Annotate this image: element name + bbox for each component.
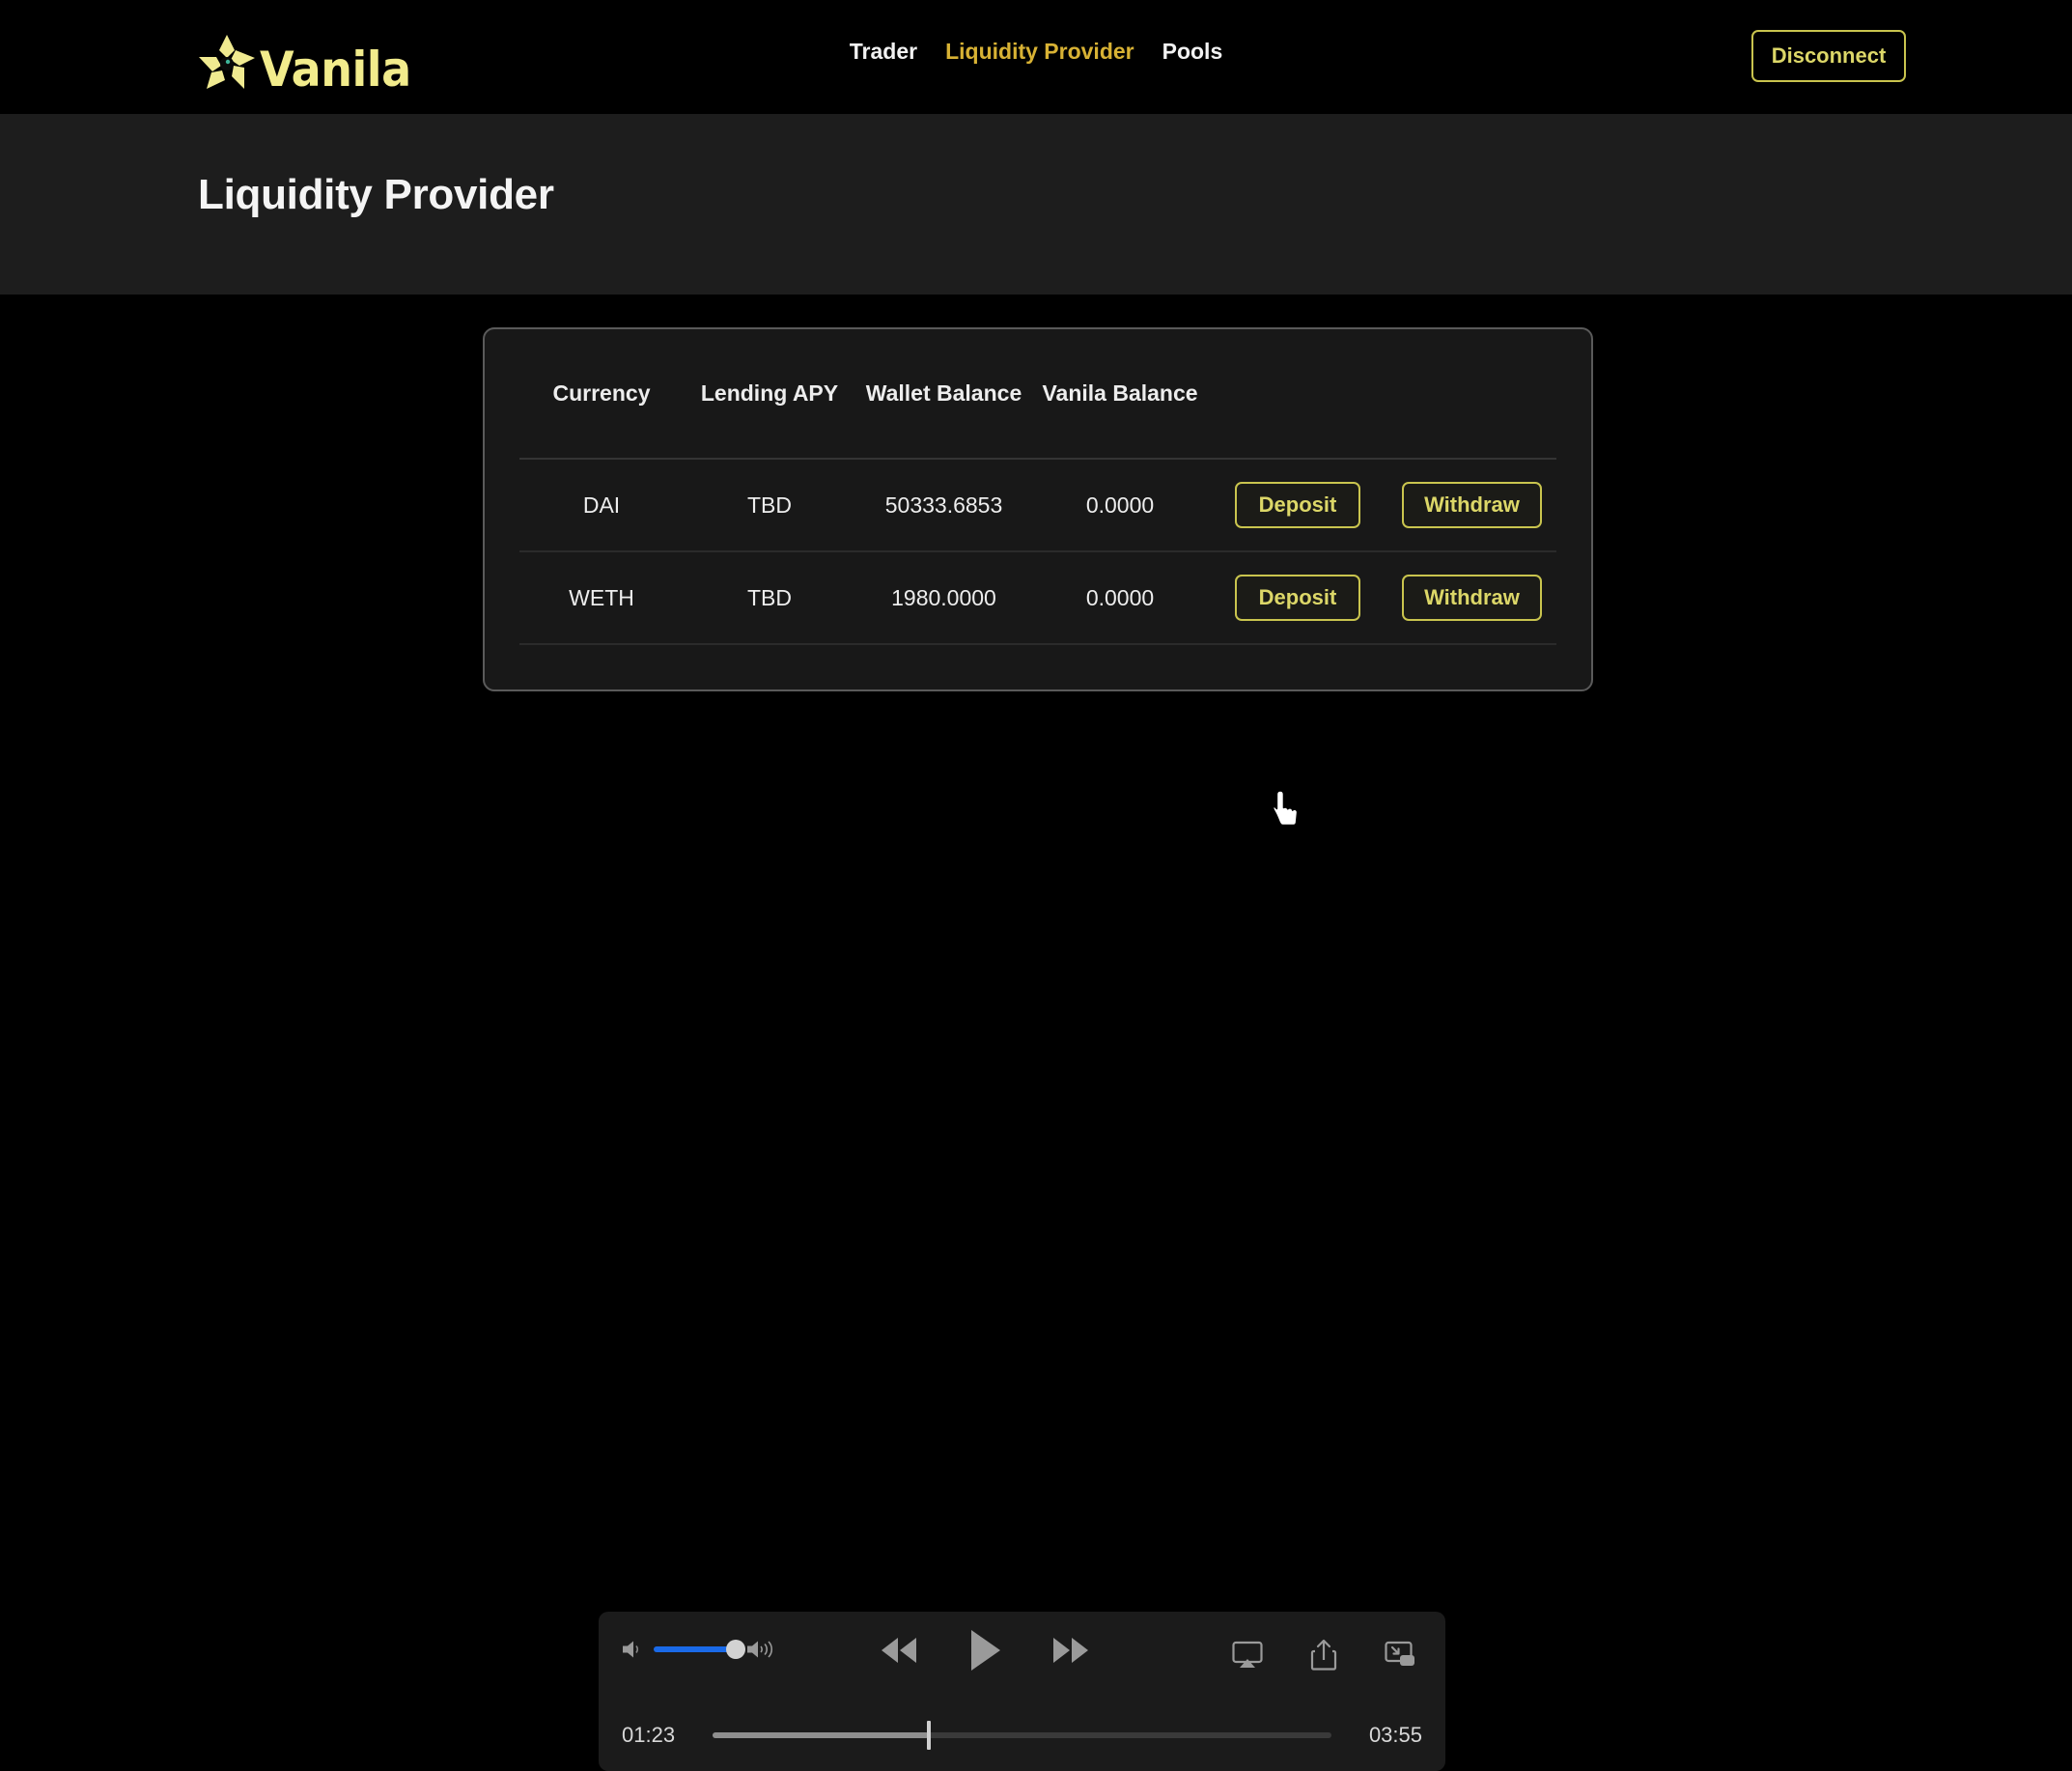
cell-lending-apy: TBD: [684, 459, 855, 552]
table-row: DAI TBD 50333.6853 0.0000 Deposit Withdr…: [519, 459, 1556, 552]
speaker-low-icon: [620, 1637, 645, 1662]
nav-links: Trader Liquidity Provider Pools: [850, 39, 1222, 65]
liquidity-table: Currency Lending APY Wallet Balance Vani…: [519, 329, 1556, 645]
player-right-icons: [1231, 1639, 1416, 1672]
video-player-controls: 01:23 03:55: [599, 1612, 1445, 1771]
cell-withdraw-action: Withdraw: [1387, 459, 1556, 552]
withdraw-button-weth[interactable]: Withdraw: [1402, 575, 1542, 621]
volume-slider-knob[interactable]: [726, 1640, 745, 1659]
total-time-label: 03:55: [1368, 1723, 1422, 1747]
cell-vanila-balance: 0.0000: [1032, 551, 1208, 645]
column-header-withdraw-actions: [1387, 329, 1556, 460]
cell-vanila-balance: 0.0000: [1032, 459, 1208, 552]
withdraw-button-dai[interactable]: Withdraw: [1402, 482, 1542, 528]
nav-link-liquidity-provider[interactable]: Liquidity Provider: [945, 39, 1134, 65]
column-header-deposit-actions: [1208, 329, 1387, 460]
cell-withdraw-action: Withdraw: [1387, 551, 1556, 645]
table-header-row: Currency Lending APY Wallet Balance Vani…: [519, 329, 1556, 460]
nav-link-trader[interactable]: Trader: [850, 39, 917, 65]
rewind-icon[interactable]: [876, 1634, 922, 1667]
mouse-cursor-pointing-hand: [1273, 789, 1302, 828]
cell-wallet-balance: 50333.6853: [855, 459, 1032, 552]
liquidity-table-card: Currency Lending APY Wallet Balance Vani…: [483, 327, 1593, 691]
cell-deposit-action: Deposit: [1208, 459, 1387, 552]
flower-icon: [196, 32, 258, 94]
column-header-lending-apy: Lending APY: [684, 329, 855, 460]
progress-scrubber[interactable]: [713, 1716, 1331, 1755]
player-top-row: [599, 1612, 1445, 1704]
picture-in-picture-icon[interactable]: [1384, 1640, 1416, 1671]
nav-link-pools[interactable]: Pools: [1162, 39, 1223, 65]
page-title: Liquidity Provider: [198, 171, 554, 218]
cell-currency: DAI: [519, 459, 684, 552]
current-time-label: 01:23: [622, 1723, 676, 1747]
disconnect-button[interactable]: Disconnect: [1751, 30, 1906, 82]
cell-lending-apy: TBD: [684, 551, 855, 645]
airplay-icon[interactable]: [1231, 1640, 1264, 1671]
cell-wallet-balance: 1980.0000: [855, 551, 1032, 645]
main-content: Currency Lending APY Wallet Balance Vani…: [0, 295, 2072, 1771]
column-header-wallet-balance: Wallet Balance: [855, 329, 1032, 460]
volume-slider[interactable]: [654, 1640, 745, 1659]
column-header-currency: Currency: [519, 329, 684, 460]
volume-control-group: [620, 1637, 778, 1662]
share-icon[interactable]: [1310, 1639, 1337, 1672]
deposit-button-dai[interactable]: Deposit: [1235, 482, 1360, 528]
player-scrubber-row: 01:23 03:55: [599, 1704, 1445, 1766]
table-row: WETH TBD 1980.0000 0.0000 Deposit Withdr…: [519, 551, 1556, 645]
top-navigation-bar: Vanila Trader Liquidity Provider Pools D…: [0, 0, 2072, 114]
transport-controls: [876, 1627, 1094, 1673]
speaker-high-icon: [745, 1637, 778, 1662]
brand-logo-link[interactable]: Vanila: [196, 11, 424, 98]
progress-playhead[interactable]: [927, 1721, 932, 1750]
cell-deposit-action: Deposit: [1208, 551, 1387, 645]
progress-fill: [713, 1732, 930, 1738]
hero-band: Liquidity Provider: [0, 114, 2072, 295]
brand-name: Vanila: [260, 42, 411, 98]
column-header-vanila-balance: Vanila Balance: [1032, 329, 1208, 460]
fast-forward-icon[interactable]: [1048, 1634, 1094, 1667]
deposit-button-weth[interactable]: Deposit: [1235, 575, 1360, 621]
play-icon[interactable]: [966, 1627, 1003, 1673]
cell-currency: WETH: [519, 551, 684, 645]
